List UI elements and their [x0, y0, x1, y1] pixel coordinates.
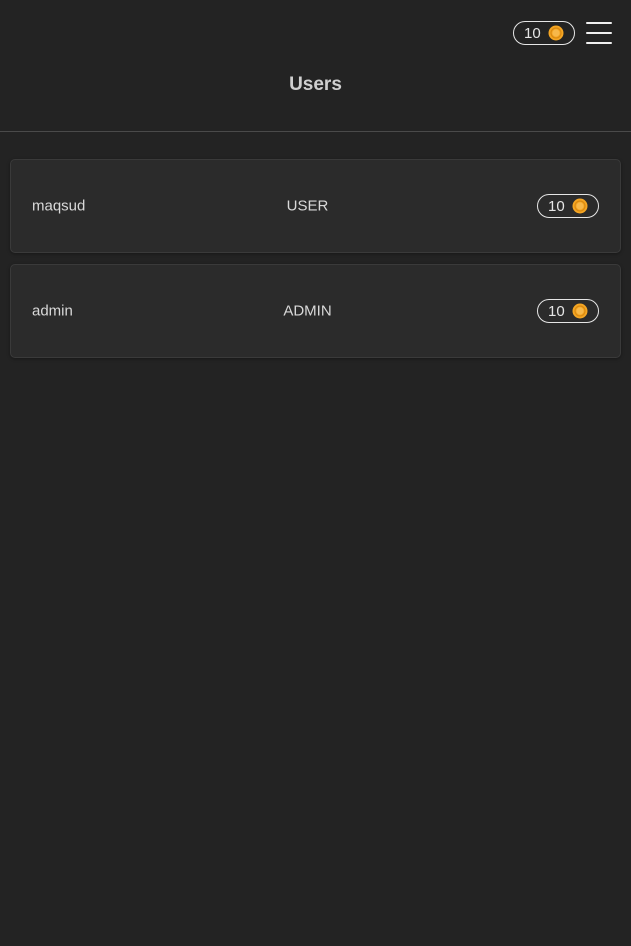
- coin-icon: [548, 25, 564, 41]
- user-list: maqsud USER 10 admin ADMIN 10: [10, 159, 621, 369]
- coin-icon: [572, 198, 588, 214]
- page-title: Users: [289, 74, 342, 95]
- coin-balance-value: 10: [524, 24, 541, 42]
- user-coin-badge: 10: [537, 299, 599, 323]
- user-coin-value: 10: [548, 302, 565, 320]
- user-coin-value: 10: [548, 197, 565, 215]
- user-role: ADMIN: [283, 302, 332, 320]
- user-role: USER: [286, 197, 329, 215]
- hamburger-menu-icon[interactable]: [586, 21, 612, 45]
- top-bar: 10 Users: [0, 0, 631, 132]
- coin-balance-badge[interactable]: 10: [513, 21, 575, 45]
- coin-icon: [572, 303, 588, 319]
- user-card[interactable]: maqsud USER 10: [10, 159, 621, 253]
- user-coin-badge: 10: [537, 194, 599, 218]
- user-card[interactable]: admin ADMIN 10: [10, 264, 621, 358]
